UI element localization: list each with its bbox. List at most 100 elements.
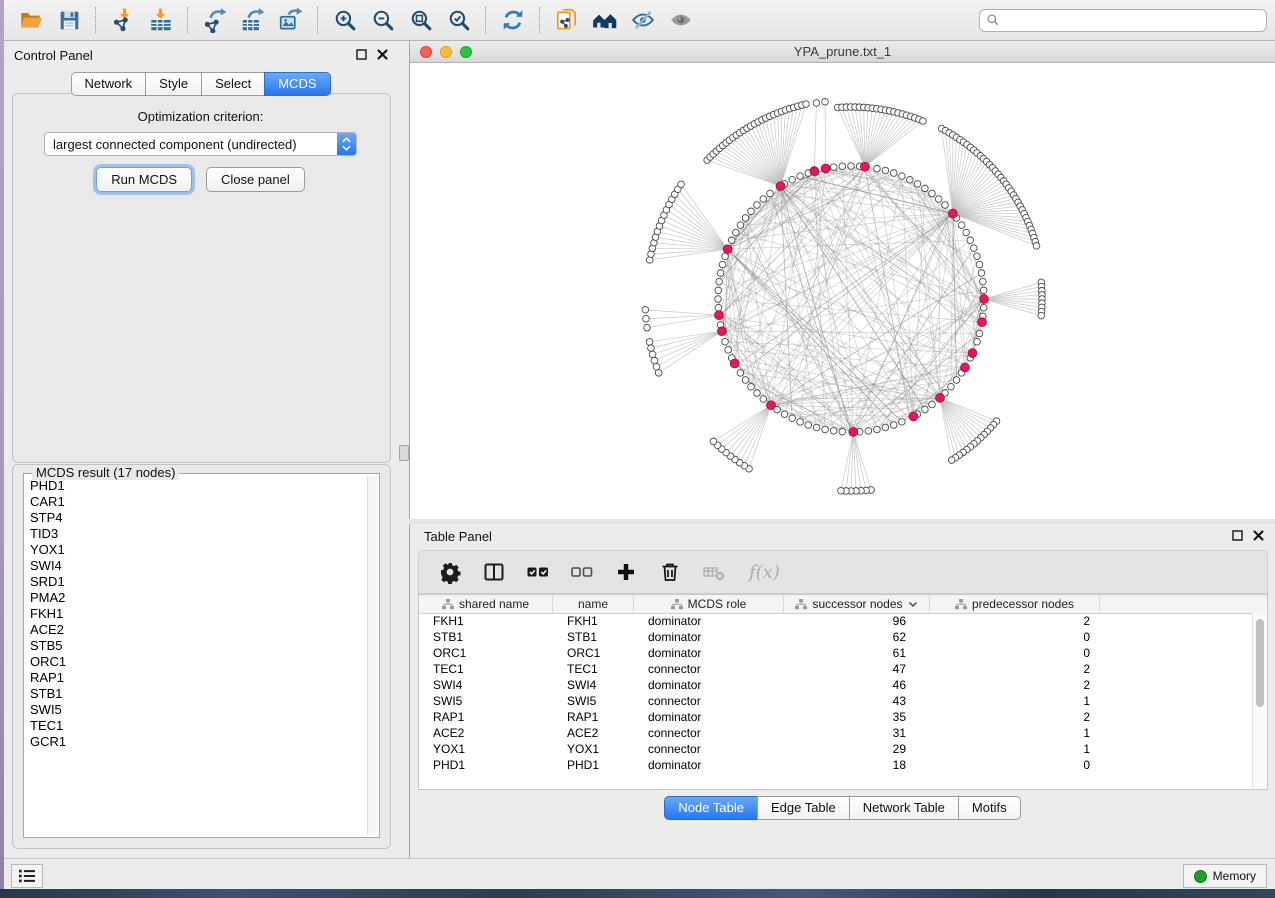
graph-node[interactable] [967,237,974,244]
graph-node[interactable] [648,345,655,352]
mcds-result-item[interactable]: RAP1 [26,670,367,686]
mcds-result-item[interactable]: TEC1 [26,718,367,734]
graph-node[interactable] [830,164,837,171]
mcds-result-item[interactable]: CAR1 [26,494,367,510]
mcds-result-item[interactable]: STB1 [26,686,367,702]
graph-node[interactable] [907,176,914,183]
graph-node[interactable] [797,419,804,426]
mcds-result-item[interactable]: STP4 [26,510,367,526]
graph-node[interactable] [748,383,755,390]
hide-selected-button[interactable] [626,4,660,36]
tab-network-table[interactable]: Network Table [849,796,958,820]
graph-node[interactable] [948,457,955,464]
run-mcds-button[interactable]: Run MCDS [96,167,192,192]
table-row[interactable]: SWI4SWI4dominator462 [419,677,1253,693]
tab-node-table[interactable]: Node Table [664,796,757,820]
network-canvas[interactable] [410,63,1275,519]
zoom-out-button[interactable] [366,4,400,36]
mcds-result-item[interactable]: SWI4 [26,558,367,574]
tab-motifs[interactable]: Motifs [958,796,1021,820]
graph-node[interactable] [716,278,723,285]
graph-node[interactable] [715,304,722,311]
graph-node[interactable] [797,173,804,180]
table-row[interactable]: SWI5SWI5connector431 [419,693,1253,709]
column-header-name[interactable]: name [553,595,634,613]
graph-node[interactable] [980,304,987,311]
graph-node[interactable] [958,222,965,229]
graph-node[interactable] [754,390,761,397]
graph-node[interactable] [976,330,983,337]
table-scrollbar[interactable] [1252,613,1267,789]
graph-node[interactable] [899,419,906,426]
graph-node[interactable] [822,426,829,433]
graph-node[interactable] [649,351,656,358]
mcds-result-item[interactable]: YOX1 [26,542,367,558]
graph-mcds-node[interactable] [821,164,830,173]
table-row[interactable]: ORC1ORC1dominator610 [419,645,1253,661]
graph-node[interactable] [839,428,846,435]
graph-mcds-node[interactable] [968,349,977,358]
graph-node[interactable] [748,208,755,215]
graph-mcds-node[interactable] [776,182,785,191]
graph-mcds-node[interactable] [936,393,945,402]
column-header-mcds-role[interactable]: MCDS role [634,595,784,613]
graph-node[interactable] [728,237,735,244]
add-column-button[interactable] [611,557,641,587]
graph-node[interactable] [803,101,810,108]
tab-mcds[interactable]: MCDS [264,72,330,96]
export-network-button[interactable] [198,4,232,36]
graph-node[interactable] [822,98,829,105]
new-network-from-selection-button[interactable] [550,4,584,36]
mcds-result-item[interactable]: PMA2 [26,590,367,606]
mcds-result-item[interactable]: SWI5 [26,702,367,718]
mcds-result-item[interactable]: FKH1 [26,606,367,622]
close-mcds-panel-button[interactable]: Close panel [206,167,305,192]
export-table-button[interactable] [236,4,270,36]
graph-node[interactable] [646,339,653,346]
graph-mcds-node[interactable] [909,412,918,421]
save-session-button[interactable] [52,4,86,36]
graph-node[interactable] [644,324,651,331]
export-image-button[interactable] [274,4,308,36]
graph-mcds-node[interactable] [861,162,870,171]
graph-node[interactable] [789,176,796,183]
tab-style[interactable]: Style [145,72,201,96]
graph-node[interactable] [655,370,662,377]
graph-node[interactable] [978,270,985,277]
tab-edge-table[interactable]: Edge Table [757,796,849,820]
zoom-selected-button[interactable] [442,4,476,36]
graph-node[interactable] [882,424,889,431]
graph-node[interactable] [789,415,796,422]
column-header-predecessor-nodes[interactable]: predecessor nodes [930,595,1100,613]
table-row[interactable]: PHD1PHD1dominator180 [419,757,1253,773]
graph-node[interactable] [722,338,729,345]
graph-node[interactable] [1038,312,1045,319]
graph-node[interactable] [1033,243,1040,250]
graph-mcds-node[interactable] [810,167,819,176]
toggle-panel-layout-button[interactable] [479,557,509,587]
graph-node[interactable] [643,315,650,322]
graph-mcds-node[interactable] [961,363,970,372]
graph-node[interactable] [865,428,872,435]
first-neighbors-button[interactable] [588,4,622,36]
mcds-list-scrollbar[interactable] [367,476,377,835]
float-panel-button[interactable] [355,48,368,61]
memory-button[interactable]: Memory [1183,864,1267,888]
splitter-handle[interactable] [399,445,409,461]
graph-mcds-node[interactable] [980,295,989,304]
graph-node[interactable] [848,163,855,170]
table-row[interactable]: YOX1YOX1connector291 [419,741,1253,757]
delete-column-button[interactable] [655,557,685,587]
mcds-result-item[interactable]: STB5 [26,638,367,654]
graph-node[interactable] [874,165,881,172]
graph-node[interactable] [890,422,897,429]
table-row[interactable]: TEC1TEC1connector472 [419,661,1253,677]
table-row[interactable]: FKH1FKH1dominator962 [419,613,1253,629]
graph-node[interactable] [742,377,749,384]
graph-node[interactable] [678,181,685,188]
open-file-button[interactable] [14,4,48,36]
graph-mcds-node[interactable] [978,318,987,327]
mcds-result-item[interactable]: SRD1 [26,574,367,590]
mcds-result-item[interactable]: GCR1 [26,734,367,750]
graph-node[interactable] [963,229,970,236]
